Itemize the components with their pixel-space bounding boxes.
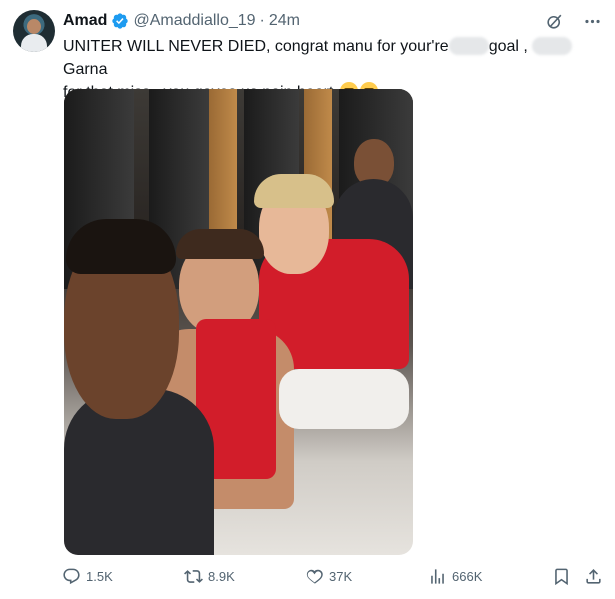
- tweet-text-part: Garna: [63, 61, 108, 78]
- views-count: 666K: [452, 569, 483, 584]
- author-name[interactable]: Amad: [63, 12, 107, 30]
- verified-badge-icon: [111, 12, 129, 30]
- bookmark-button[interactable]: [552, 567, 571, 586]
- tweet-actions-bar: 1.5K 8.9K 37K 666K: [62, 567, 610, 589]
- repost-count: 8.9K: [208, 569, 235, 584]
- separator-dot: ·: [259, 12, 265, 29]
- tweet-photo[interactable]: [64, 89, 413, 555]
- grok-icon[interactable]: [543, 10, 565, 32]
- photo-white-shorts: [279, 369, 409, 429]
- share-button[interactable]: [584, 567, 603, 586]
- tweet-header: Amad @Amaddiallo_19 · 24m: [63, 11, 300, 31]
- redacted-blur: [448, 37, 489, 55]
- avatar[interactable]: [13, 10, 55, 52]
- avatar-head: [27, 19, 41, 34]
- photo-hair-left: [66, 219, 176, 274]
- more-icon[interactable]: [581, 10, 603, 32]
- like-count: 37K: [329, 569, 353, 584]
- like-button[interactable]: 37K: [305, 567, 352, 586]
- bookmark-icon: [555, 568, 568, 586]
- reply-icon: [63, 568, 80, 585]
- share-icon: [586, 569, 601, 584]
- photo-hair-dark: [176, 229, 264, 259]
- like-icon: [306, 569, 323, 584]
- repost-icon: [184, 570, 203, 583]
- author-handle[interactable]: @Amaddiallo_19: [133, 12, 255, 30]
- tweet-text-part: UNITER WILL NEVER DIED, congrat manu for…: [63, 38, 449, 55]
- views-button[interactable]: 666K: [428, 567, 482, 586]
- reply-button[interactable]: 1.5K: [62, 567, 113, 586]
- photo-hair-blond: [254, 174, 334, 208]
- views-icon: [431, 569, 444, 584]
- reply-count: 1.5K: [86, 569, 113, 584]
- redacted-blur: [532, 37, 573, 55]
- avatar-body: [21, 34, 47, 52]
- tweet-time[interactable]: 24m: [269, 12, 300, 30]
- tweet-text-part: goal ,: [488, 38, 528, 55]
- header-actions: [543, 10, 603, 32]
- repost-button[interactable]: 8.9K: [184, 567, 235, 586]
